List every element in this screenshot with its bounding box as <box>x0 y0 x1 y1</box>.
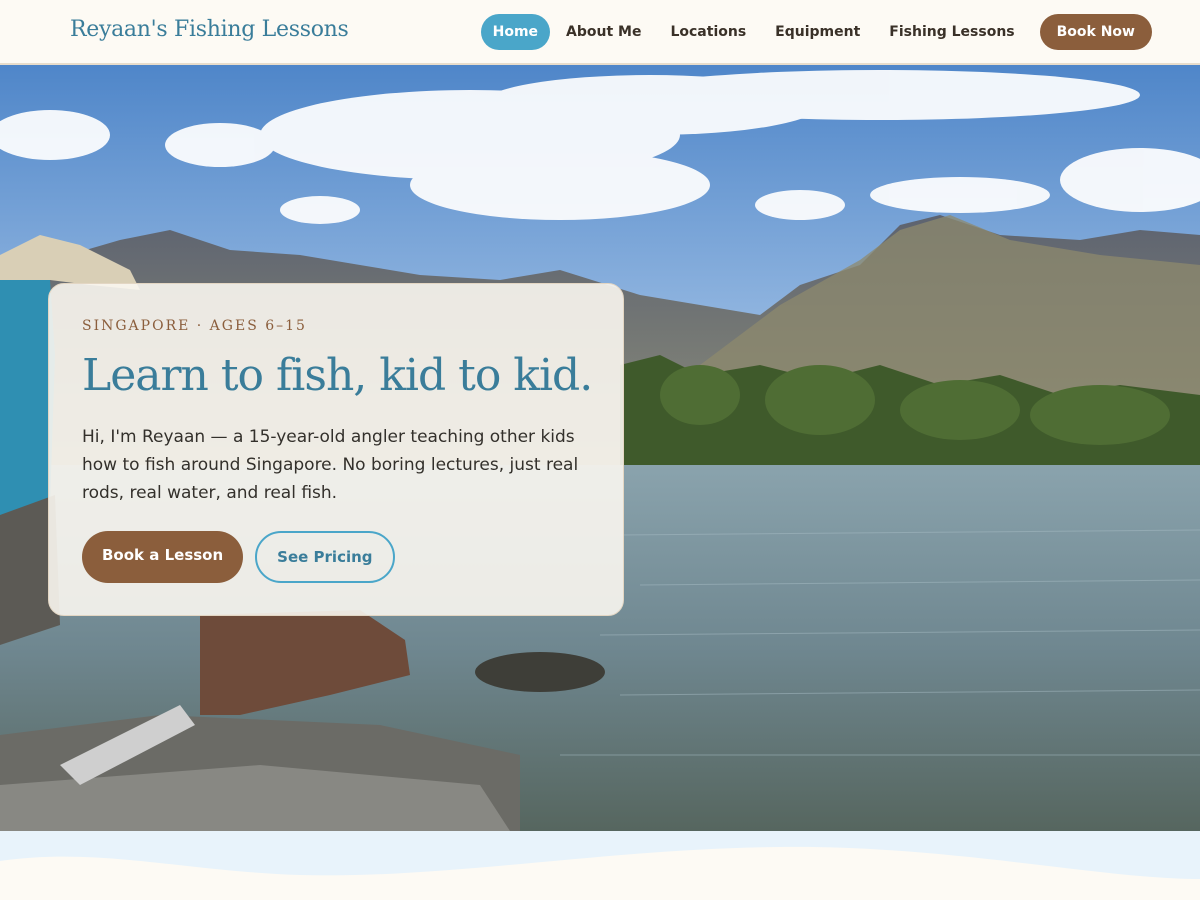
see-pricing-button[interactable]: See Pricing <box>255 531 395 583</box>
hero-actions: Book a Lesson See Pricing <box>82 531 591 583</box>
nav-equipment[interactable]: Equipment <box>762 14 873 50</box>
nav-home[interactable]: Home <box>480 14 551 50</box>
hero-headline: Learn to fish, kid to kid. <box>82 350 593 401</box>
section-divider-wave <box>0 831 1200 900</box>
book-lesson-button[interactable]: Book a Lesson <box>82 531 244 583</box>
site-logo[interactable]: Reyaan's Fishing Lessons <box>70 17 349 42</box>
nav-about-me[interactable]: About Me <box>553 14 654 50</box>
hero-card: SINGAPORE · AGES 6–15 Learn to fish, kid… <box>48 283 624 616</box>
nav-locations[interactable]: Locations <box>657 14 759 50</box>
top-nav: Reyaan's Fishing Lessons Home About Me L… <box>0 0 1200 65</box>
hero-lede: Hi, I'm Reyaan — a 15-year-old angler te… <box>82 427 579 503</box>
book-now-button[interactable]: Book Now <box>1039 14 1152 50</box>
nav-fishing-lessons[interactable]: Fishing Lessons <box>876 14 1027 50</box>
hero: SINGAPORE · AGES 6–15 Learn to fish, kid… <box>0 65 1200 831</box>
nav-links: Home About Me Locations Equipment Fishin… <box>478 14 1152 50</box>
hero-eyebrow: SINGAPORE · AGES 6–15 <box>82 318 307 334</box>
